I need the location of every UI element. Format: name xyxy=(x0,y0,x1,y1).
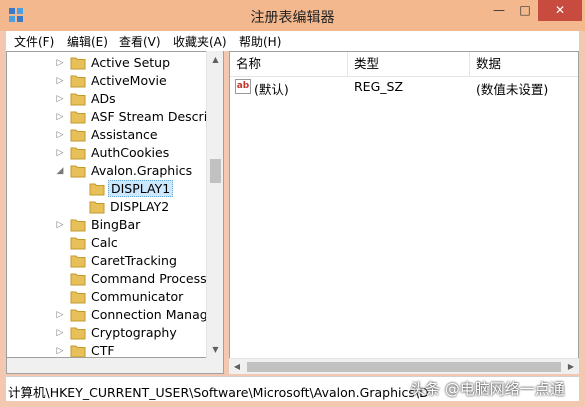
tree-item-label: Cryptography xyxy=(91,325,177,340)
folder-icon xyxy=(70,237,86,250)
registry-key-tree[interactable]: ▷ Active Setup ▷ ActiveMovie ▷ ADs ▷ ASF… xyxy=(6,51,224,358)
tree-item-label: Connection Manage xyxy=(91,307,216,322)
tree-item-command-processor[interactable]: Command Processo xyxy=(7,270,214,288)
tree-item-asf-stream[interactable]: ▷ ASF Stream Descrip xyxy=(7,108,216,126)
scroll-up-arrow-icon[interactable]: ▲ xyxy=(207,51,224,68)
tree-item-calc[interactable]: Calc xyxy=(7,234,207,252)
menu-favorites[interactable]: 收藏夹(A) xyxy=(173,33,227,50)
folder-icon xyxy=(70,57,86,70)
registry-values-list[interactable]: 名称 类型 数据 ab (默认) REG_SZ (数值未设置) xyxy=(229,51,579,374)
tree-item-label: BingBar xyxy=(91,217,141,232)
folder-icon xyxy=(70,147,86,160)
expand-arrow-icon[interactable]: ▷ xyxy=(55,342,65,357)
column-header-type[interactable]: 类型 xyxy=(348,52,470,77)
expand-arrow-icon[interactable]: ▷ xyxy=(55,306,65,324)
value-data: (数值未设置) xyxy=(476,82,549,97)
tree-item-label: Active Setup xyxy=(91,55,171,70)
scroll-thumb[interactable] xyxy=(247,362,561,372)
tree-item-display1[interactable]: DISPLAY1 xyxy=(7,180,207,198)
folder-icon xyxy=(70,129,86,142)
tree-item-carettracking[interactable]: CaretTracking xyxy=(7,252,207,270)
expand-arrow-icon[interactable]: ▷ xyxy=(55,108,65,126)
scroll-down-arrow-icon[interactable]: ▼ xyxy=(207,341,224,358)
tree-item-label: DISPLAY2 xyxy=(110,199,170,214)
current-key-path: 计算机\HKEY_CURRENT_USER\Software\Microsoft… xyxy=(8,385,428,400)
menu-edit[interactable]: 编辑(E) xyxy=(67,33,108,50)
tree-item-label: Assistance xyxy=(91,127,158,142)
tree-item-label: CTF xyxy=(91,343,115,358)
folder-icon xyxy=(70,273,86,286)
values-horizontal-scrollbar[interactable]: ◀ ▶ xyxy=(229,358,579,374)
tree-item-label: CaretTracking xyxy=(91,253,177,268)
expand-arrow-icon[interactable]: ▷ xyxy=(55,54,65,72)
string-value-icon: ab xyxy=(235,79,251,94)
folder-icon xyxy=(70,111,86,124)
tree-item-active-setup[interactable]: ▷ Active Setup xyxy=(7,54,207,72)
tree-item-label: Command Processo xyxy=(91,271,215,286)
tree-item-label: Calc xyxy=(91,235,118,250)
watermark-text: 头条 @电脑网络一点通 xyxy=(410,380,565,398)
value-name: (默认) xyxy=(254,82,289,97)
tree-item-connection-manager[interactable]: ▷ Connection Manage xyxy=(7,306,216,324)
folder-icon xyxy=(70,345,86,357)
folder-icon xyxy=(89,183,105,196)
folder-icon xyxy=(70,93,86,106)
expand-arrow-icon[interactable]: ▷ xyxy=(55,90,65,108)
close-button[interactable]: ✕ xyxy=(538,0,582,21)
tree-item-cryptography[interactable]: ▷ Cryptography xyxy=(7,324,207,342)
tree-item-ctf[interactable]: ▷ CTF xyxy=(7,342,207,358)
folder-icon xyxy=(70,75,86,88)
tree-item-label: AuthCookies xyxy=(91,145,170,160)
scroll-left-arrow-icon[interactable]: ◀ xyxy=(229,359,245,375)
tree-item-communicator[interactable]: Communicator xyxy=(7,288,207,306)
folder-icon xyxy=(70,327,86,340)
tree-item-display2[interactable]: DISPLAY2 xyxy=(7,198,207,216)
folder-icon xyxy=(70,219,86,232)
tree-item-ads[interactable]: ▷ ADs xyxy=(7,90,207,108)
maximize-button[interactable]: □ xyxy=(512,0,538,21)
menu-view[interactable]: 查看(V) xyxy=(119,33,161,50)
expand-arrow-icon[interactable]: ▷ xyxy=(55,324,65,342)
tree-vertical-scrollbar[interactable]: ▲ ▼ xyxy=(206,51,223,358)
tree-item-label: ASF Stream Descrip xyxy=(91,109,216,124)
expand-arrow-icon[interactable]: ▷ xyxy=(55,72,65,90)
tree-horizontal-scrollbar[interactable] xyxy=(6,358,224,374)
value-type: REG_SZ xyxy=(354,79,404,94)
expand-arrow-icon[interactable]: ▷ xyxy=(55,144,65,162)
menu-file[interactable]: 文件(F) xyxy=(14,33,54,50)
minimize-button[interactable]: — xyxy=(486,0,512,21)
status-bar: 计算机\HKEY_CURRENT_USER\Software\Microsoft… xyxy=(6,376,579,401)
expand-arrow-icon[interactable]: ▷ xyxy=(55,126,65,144)
registry-editor-window: 注册表编辑器 — □ ✕ 文件(F) 编辑(E) 查看(V) 收藏夹(A) 帮助… xyxy=(0,0,585,407)
tree-item-assistance[interactable]: ▷ Assistance xyxy=(7,126,207,144)
tree-item-avalon-graphics[interactable]: ◢ Avalon.Graphics xyxy=(7,162,207,180)
column-header-name[interactable]: 名称 xyxy=(230,52,348,77)
folder-icon xyxy=(70,255,86,268)
folder-open-icon xyxy=(70,165,86,178)
scroll-right-arrow-icon[interactable]: ▶ xyxy=(563,359,579,375)
tree-item-label: Communicator xyxy=(91,289,184,304)
expand-arrow-icon[interactable]: ▷ xyxy=(55,216,65,234)
tree-item-label: ActiveMovie xyxy=(91,73,167,88)
folder-icon xyxy=(70,291,86,304)
tree-item-label: Avalon.Graphics xyxy=(91,163,193,178)
column-header-data[interactable]: 数据 xyxy=(470,52,578,77)
menu-help[interactable]: 帮助(H) xyxy=(239,33,281,50)
folder-icon xyxy=(70,309,86,322)
collapse-arrow-icon[interactable]: ◢ xyxy=(55,162,65,180)
tree-item-bingbar[interactable]: ▷ BingBar xyxy=(7,216,207,234)
menu-bar: 文件(F) 编辑(E) 查看(V) 收藏夹(A) 帮助(H) xyxy=(6,31,579,51)
tree-item-authcookies[interactable]: ▷ AuthCookies xyxy=(7,144,207,162)
tree-item-label: ADs xyxy=(91,91,116,106)
tree-item-label: DISPLAY1 xyxy=(108,180,174,197)
folder-icon xyxy=(89,201,105,214)
tree-item-activemovie[interactable]: ▷ ActiveMovie xyxy=(7,72,207,90)
watermark: 头条 @电脑网络一点通 xyxy=(410,378,565,401)
scroll-thumb[interactable] xyxy=(210,159,221,183)
title-bar[interactable]: 注册表编辑器 — □ ✕ xyxy=(0,0,585,31)
value-row-default[interactable]: ab (默认) REG_SZ (数值未设置) xyxy=(230,78,578,97)
